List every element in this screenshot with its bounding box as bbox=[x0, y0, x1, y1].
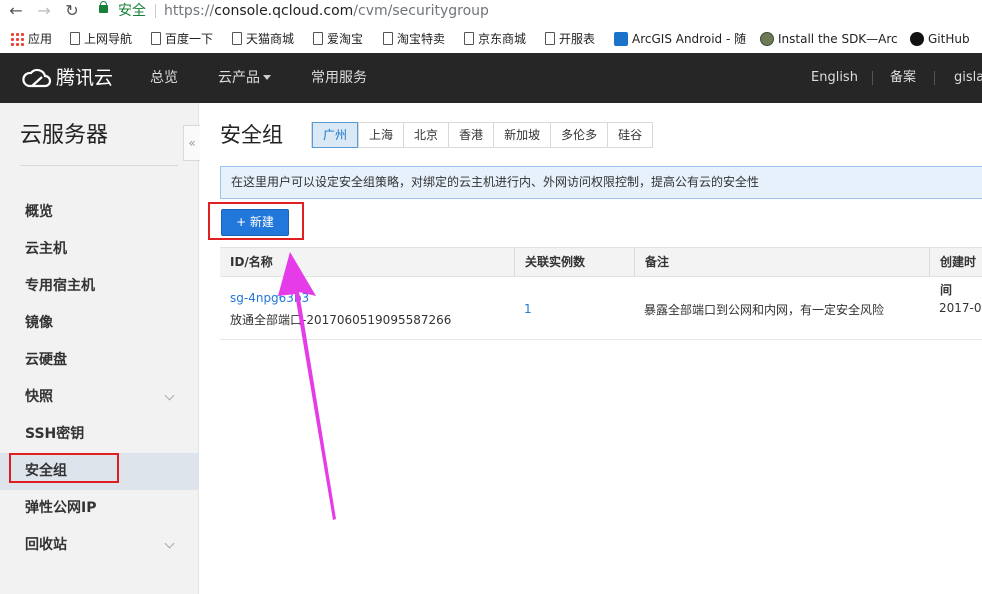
nav-beian[interactable]: 备案 bbox=[890, 53, 916, 103]
bookmark-label: 京东商城 bbox=[478, 32, 527, 46]
bookmark-item[interactable]: 京东商城 bbox=[464, 28, 526, 50]
reload-icon[interactable]: ↻ bbox=[62, 1, 82, 21]
bookmark-item[interactable]: Install the SDK—Arc bbox=[760, 28, 898, 50]
info-banner: 在这里用户可以设定安全组策略，对绑定的云主机进行内、外网访问权限控制，提高公有云… bbox=[220, 166, 982, 199]
back-arrow-icon[interactable]: ← bbox=[6, 1, 26, 21]
bookmark-item[interactable]: 上网导航 bbox=[70, 28, 132, 50]
security-group-note: 暴露全部端口到公网和内网，有一定安全风险 bbox=[644, 303, 885, 317]
region-tab-beijing[interactable]: 北京 bbox=[403, 123, 449, 147]
bookmark-item[interactable]: 天猫商城 bbox=[232, 28, 294, 50]
region-tab-shanghai[interactable]: 上海 bbox=[358, 123, 404, 147]
sidebar-item-disks[interactable]: 云硬盘 bbox=[0, 342, 199, 379]
nav-user[interactable]: gislad bbox=[954, 53, 982, 103]
page-title: 安全组 bbox=[220, 123, 283, 147]
github-icon bbox=[910, 31, 924, 46]
bookmark-label: 爱淘宝 bbox=[327, 32, 364, 46]
column-header-id-name: ID/名称 bbox=[230, 255, 273, 269]
region-tab-singapore[interactable]: 新加坡 bbox=[493, 123, 551, 147]
url-path: /cvm/securitygroup bbox=[353, 3, 489, 19]
globe-icon bbox=[760, 31, 774, 46]
url-divider bbox=[155, 4, 156, 18]
region-tab-hongkong[interactable]: 香港 bbox=[448, 123, 494, 147]
highlight-box-new-button bbox=[208, 202, 304, 240]
sidebar-item-ssh-keys[interactable]: SSH密钥 bbox=[0, 416, 199, 453]
bookmark-item[interactable]: 开服表 bbox=[545, 28, 595, 50]
bookmark-item[interactable]: 爱淘宝 bbox=[313, 28, 363, 50]
sidebar-item-snapshots[interactable]: 快照 bbox=[0, 379, 199, 416]
page-icon bbox=[545, 32, 555, 45]
nav-divider bbox=[934, 71, 935, 85]
forward-arrow-icon[interactable]: → bbox=[34, 1, 54, 21]
browser-address-bar: ← → ↻ 安全 https://console.qcloud.com/cvm/… bbox=[0, 0, 982, 22]
table-header: ID/名称 关联实例数 备注 创建时间 bbox=[220, 247, 982, 297]
sidebar-item-overview[interactable]: 概览 bbox=[0, 194, 199, 231]
column-header-created: 创建时间 bbox=[929, 248, 982, 297]
sidebar-item-label: 快照 bbox=[25, 389, 53, 405]
page-icon bbox=[383, 32, 393, 45]
bookmark-apps[interactable]: 应用 bbox=[10, 28, 52, 50]
bookmark-label: ArcGIS Android - 随 bbox=[632, 32, 747, 46]
security-group-id-link[interactable]: sg-4npg63b3 bbox=[230, 291, 309, 305]
region-tabs: 广州 上海 北京 香港 新加坡 多伦多 硅谷 bbox=[311, 122, 654, 148]
column-header-instances: 关联实例数 bbox=[514, 248, 634, 276]
bookmark-item[interactable]: 百度一下 bbox=[151, 28, 213, 50]
secure-label: 安全 bbox=[118, 3, 146, 19]
bookmark-label: 淘宝特卖 bbox=[397, 32, 446, 46]
sidebar-item-eip[interactable]: 弹性公网IP bbox=[0, 490, 199, 527]
caret-down-icon bbox=[263, 74, 271, 80]
chevron-down-icon bbox=[164, 538, 175, 549]
nav-products-label: 云产品 bbox=[218, 70, 260, 86]
nav-english[interactable]: English bbox=[811, 53, 858, 103]
nav-common-services[interactable]: 常用服务 bbox=[311, 53, 367, 103]
page-icon bbox=[232, 32, 242, 45]
region-tab-toronto[interactable]: 多伦多 bbox=[550, 123, 608, 147]
logo-text[interactable]: 腾讯云 bbox=[56, 66, 113, 90]
sidebar-item-recycle-bin[interactable]: 回收站 bbox=[0, 527, 199, 564]
sidebar-collapse-button[interactable]: « bbox=[183, 125, 200, 161]
bookmark-label: 天猫商城 bbox=[246, 32, 295, 46]
nav-products[interactable]: 云产品 bbox=[218, 53, 271, 103]
page-icon bbox=[70, 32, 80, 45]
bookmark-label: GitHub bbox=[928, 32, 970, 46]
page-icon bbox=[464, 32, 474, 45]
sidebar-item-dedicated-host[interactable]: 专用宿主机 bbox=[0, 268, 199, 305]
column-header-note: 备注 bbox=[634, 248, 929, 276]
url-scheme: https:// bbox=[164, 3, 215, 19]
top-navbar: 腾讯云 总览 云产品 常用服务 English 备案 gislad bbox=[0, 53, 982, 103]
bookmarks-bar: 应用 上网导航 百度一下 天猫商城 爱淘宝 淘宝特卖 京东商城 开服表 ArcG… bbox=[0, 28, 982, 50]
bookmark-item[interactable]: ArcGIS Android - 随 bbox=[614, 28, 746, 50]
bookmark-label: 开服表 bbox=[559, 32, 596, 46]
highlight-box-security-group bbox=[9, 453, 119, 483]
page-icon bbox=[313, 32, 323, 45]
url-text[interactable]: https://console.qcloud.com/cvm/securityg… bbox=[164, 1, 489, 21]
nav-divider bbox=[872, 71, 873, 85]
sidebar-divider bbox=[20, 165, 178, 166]
chevron-down-icon bbox=[164, 390, 175, 401]
sidebar-item-label: 回收站 bbox=[25, 537, 67, 553]
security-group-created: 2017-06 bbox=[939, 301, 982, 315]
region-tab-silicon-valley[interactable]: 硅谷 bbox=[607, 123, 653, 147]
cloud-logo-icon[interactable] bbox=[20, 67, 52, 89]
region-tab-guangzhou[interactable]: 广州 bbox=[312, 122, 359, 148]
sidebar-item-images[interactable]: 镜像 bbox=[0, 305, 199, 342]
bookmark-label: 百度一下 bbox=[165, 32, 214, 46]
arcgis-icon bbox=[614, 31, 628, 46]
apps-grid-icon bbox=[10, 31, 24, 46]
url-field[interactable]: 安全 https://console.qcloud.com/cvm/securi… bbox=[90, 0, 982, 22]
sidebar-item-cvm[interactable]: 云主机 bbox=[0, 231, 199, 268]
bookmark-item[interactable]: 淘宝特卖 bbox=[383, 28, 445, 50]
sidebar-title: 云服务器 bbox=[20, 123, 109, 148]
bookmark-label: Install the SDK—Arc bbox=[778, 32, 898, 46]
sidebar: 云服务器 概览 云主机 专用宿主机 镜像 云硬盘 快照 SSH密钥 安全组 弹性… bbox=[0, 103, 199, 594]
table-row: sg-4npg63b3 放通全部端口-2017060519095587266 1… bbox=[220, 277, 982, 340]
page-icon bbox=[151, 32, 161, 45]
bookmark-label: 上网导航 bbox=[84, 32, 133, 46]
nav-overview[interactable]: 总览 bbox=[150, 53, 178, 103]
security-group-name: 放通全部端口-2017060519095587266 bbox=[230, 313, 452, 327]
bookmark-label: 应用 bbox=[28, 32, 53, 46]
lock-icon bbox=[99, 1, 108, 13]
bookmark-item[interactable]: GitHub bbox=[910, 28, 970, 50]
url-host: console.qcloud.com bbox=[214, 3, 354, 19]
instance-count-link[interactable]: 1 bbox=[524, 302, 532, 316]
